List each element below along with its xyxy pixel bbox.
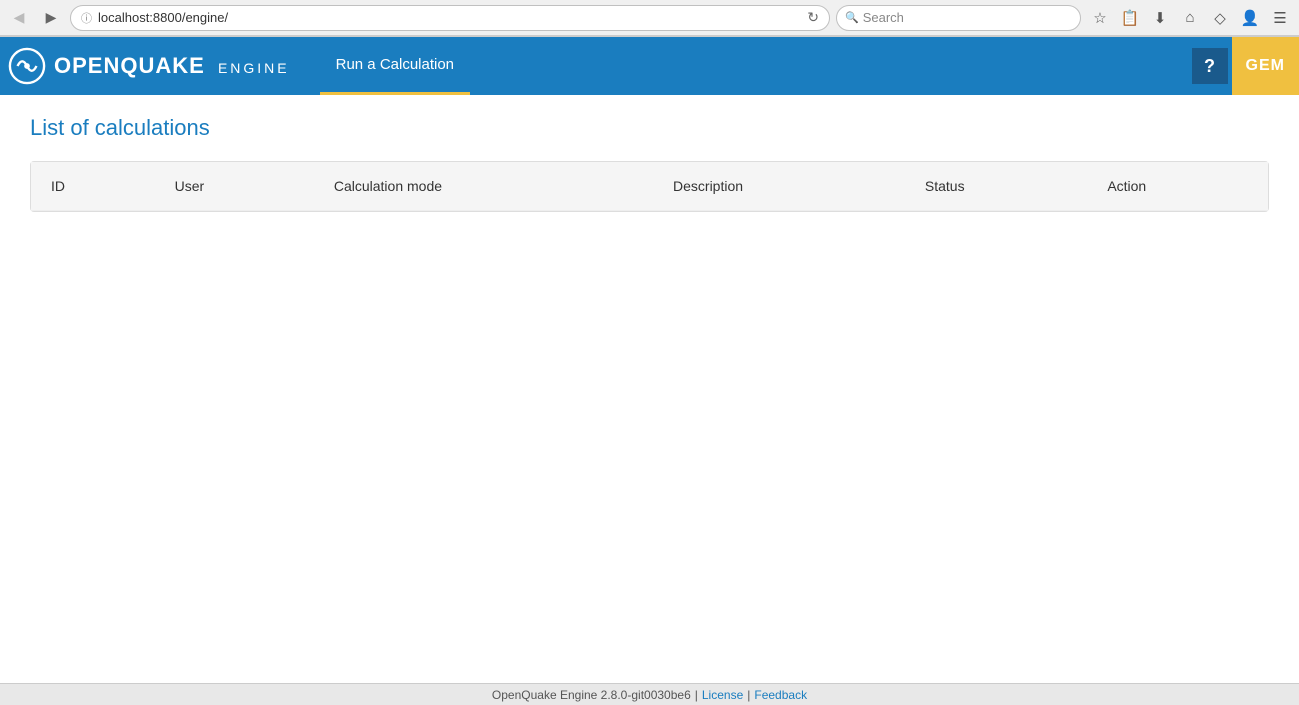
app-footer: OpenQuake Engine 2.8.0-git0030be6 | Lice… xyxy=(0,683,1299,705)
lock-icon: ⓘ xyxy=(81,10,92,26)
col-user: User xyxy=(155,162,314,211)
col-id: ID xyxy=(31,162,155,211)
app-header: OPENQUAKE ENGINE Run a Calculation ? GEM xyxy=(0,37,1299,95)
col-description: Description xyxy=(653,162,905,211)
footer-separator-2: | xyxy=(747,688,750,702)
nav-tab-run-calculation[interactable]: Run a Calculation xyxy=(320,37,470,95)
footer-text: OpenQuake Engine 2.8.0-git0030be6 xyxy=(492,688,691,702)
search-placeholder: Search xyxy=(863,10,904,25)
table-header-row: ID User Calculation mode Description Sta… xyxy=(31,162,1268,211)
page-title: List of calculations xyxy=(30,115,1269,141)
home-button[interactable]: ⌂ xyxy=(1177,5,1203,31)
browser-toolbar: ◀ ▶ ⓘ localhost:8800/engine/ ↻ 🔍 Search … xyxy=(0,0,1299,36)
logo-icon xyxy=(8,47,46,85)
logo-text: OPENQUAKE ENGINE xyxy=(54,53,290,79)
url-text: localhost:8800/engine/ xyxy=(98,10,801,25)
extensions-button[interactable]: 👤 xyxy=(1237,5,1263,31)
download-button[interactable]: ⬇ xyxy=(1147,5,1173,31)
bookmark-button[interactable]: 📋 xyxy=(1117,5,1143,31)
search-icon: 🔍 xyxy=(845,11,859,24)
back-button[interactable]: ◀ xyxy=(6,5,32,31)
refresh-button[interactable]: ↻ xyxy=(807,9,819,26)
logo-area: OPENQUAKE ENGINE xyxy=(8,47,290,85)
toolbar-icons: ☆ 📋 ⬇ ⌂ ◇ 👤 ☰ xyxy=(1087,5,1293,31)
menu-button[interactable]: ☰ xyxy=(1267,5,1293,31)
address-bar[interactable]: ⓘ localhost:8800/engine/ ↻ xyxy=(70,5,830,31)
footer-separator-1: | xyxy=(695,688,698,702)
gem-logo: GEM xyxy=(1232,37,1299,95)
page-content: List of calculations ID User Calculation… xyxy=(0,95,1299,232)
star-button[interactable]: ☆ xyxy=(1087,5,1113,31)
browser-chrome: ◀ ▶ ⓘ localhost:8800/engine/ ↻ 🔍 Search … xyxy=(0,0,1299,37)
help-button[interactable]: ? xyxy=(1192,48,1228,84)
feedback-link[interactable]: Feedback xyxy=(754,688,807,702)
search-bar[interactable]: 🔍 Search xyxy=(836,5,1081,31)
license-link[interactable]: License xyxy=(702,688,743,702)
col-status: Status xyxy=(905,162,1087,211)
pocket-button[interactable]: ◇ xyxy=(1207,5,1233,31)
forward-button[interactable]: ▶ xyxy=(38,5,64,31)
col-action: Action xyxy=(1087,162,1268,211)
col-calculation-mode: Calculation mode xyxy=(314,162,653,211)
calculations-table: ID User Calculation mode Description Sta… xyxy=(31,162,1268,211)
nav-tabs: Run a Calculation xyxy=(320,37,470,95)
calculations-table-container: ID User Calculation mode Description Sta… xyxy=(30,161,1269,212)
table-header: ID User Calculation mode Description Sta… xyxy=(31,162,1268,211)
header-right: ? GEM xyxy=(1192,37,1299,95)
